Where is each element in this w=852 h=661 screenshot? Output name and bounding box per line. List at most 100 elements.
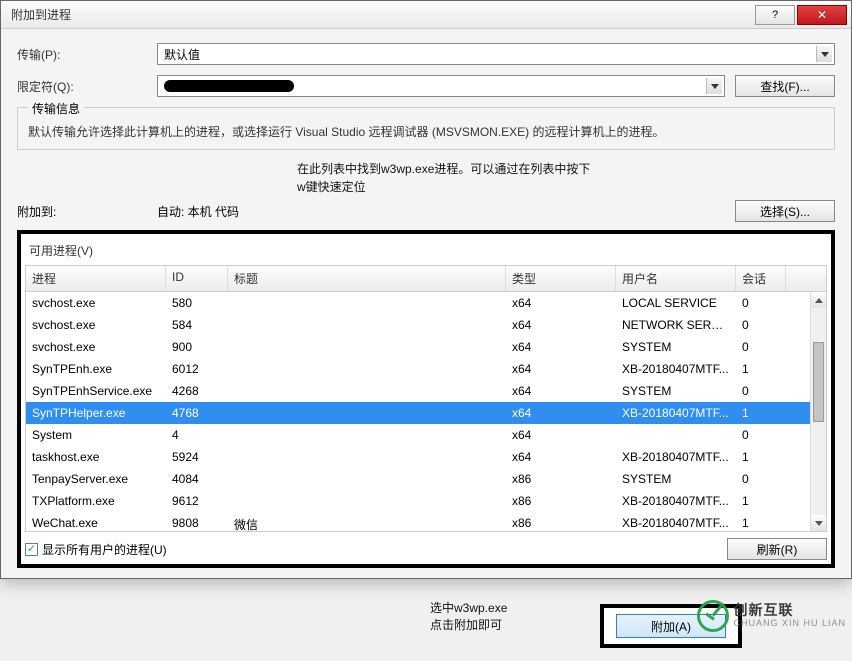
cell-proc: System	[26, 426, 166, 444]
cell-type: x64	[506, 294, 616, 312]
cell-proc: SynTPEnhService.exe	[26, 382, 166, 400]
cell-type: x64	[506, 448, 616, 466]
refresh-button[interactable]: 刷新(R)	[727, 538, 827, 560]
cell-id: 580	[166, 294, 228, 312]
cell-session: 1	[736, 404, 786, 422]
watermark-subtext: CHUANG XIN HU LIAN	[733, 619, 846, 629]
close-button[interactable]: ✕	[797, 5, 847, 25]
col-session[interactable]: 会话	[736, 266, 786, 291]
col-id[interactable]: ID	[166, 266, 228, 291]
table-row[interactable]: svchost.exe900x64SYSTEM0	[26, 336, 826, 358]
table-row[interactable]: SynTPEnh.exe6012x64XB-20180407MTF...1	[26, 358, 826, 380]
cell-session: 0	[736, 470, 786, 488]
available-processes-label: 可用进程(V)	[29, 242, 823, 259]
available-processes-group: 可用进程(V) 进程 ID 标题 类型 用户名 会话 svchost.exe58…	[17, 230, 835, 568]
cell-id: 4268	[166, 382, 228, 400]
qualifier-label: 限定符(Q):	[17, 78, 157, 95]
scroll-up-icon[interactable]	[811, 292, 826, 308]
cell-title: 微信	[228, 514, 506, 532]
cell-session: 0	[736, 338, 786, 356]
cell-title	[228, 338, 506, 356]
watermark-text: 创新互联	[733, 603, 846, 618]
transport-info-legend: 传输信息	[28, 100, 84, 117]
table-row[interactable]: TenpayServer.exe4084x86SYSTEM0	[26, 468, 826, 490]
select-button[interactable]: 选择(S)...	[735, 200, 835, 222]
cell-type: x64	[506, 382, 616, 400]
process-table-body[interactable]: svchost.exe580x64LOCAL SERVICE0svchost.e…	[25, 292, 827, 532]
cell-user: LOCAL SERVICE	[616, 294, 736, 312]
watermark-logo-icon	[697, 600, 729, 632]
cell-user: SYSTEM	[616, 382, 736, 400]
cell-proc: svchost.exe	[26, 294, 166, 312]
cell-title	[228, 382, 506, 400]
cell-user: SYSTEM	[616, 470, 736, 488]
cell-session: 0	[736, 294, 786, 312]
cell-user: XB-20180407MTF...	[616, 492, 736, 510]
cell-title	[228, 426, 506, 444]
cell-title	[228, 404, 506, 422]
process-table-header: 进程 ID 标题 类型 用户名 会话	[25, 265, 827, 292]
cell-id: 4768	[166, 404, 228, 422]
scroll-thumb[interactable]	[813, 342, 824, 422]
cell-title	[228, 360, 506, 378]
cell-session: 0	[736, 426, 786, 444]
col-process[interactable]: 进程	[26, 266, 166, 291]
cell-id: 5924	[166, 448, 228, 466]
col-type[interactable]: 类型	[506, 266, 616, 291]
cell-title	[228, 448, 506, 466]
transport-label: 传输(P):	[17, 46, 157, 63]
table-row[interactable]: WeChat.exe9808微信x86XB-20180407MTF...1	[26, 512, 826, 532]
cell-title	[228, 492, 506, 510]
cell-proc: taskhost.exe	[26, 448, 166, 466]
cell-session: 0	[736, 382, 786, 400]
transport-combobox[interactable]: 默认值	[157, 43, 835, 65]
attach-to-label: 附加到:	[17, 203, 157, 220]
cell-session: 1	[736, 360, 786, 378]
cell-id: 6012	[166, 360, 228, 378]
cell-id: 584	[166, 316, 228, 334]
cell-title	[228, 316, 506, 334]
table-row[interactable]: taskhost.exe5924x64XB-20180407MTF...1	[26, 446, 826, 468]
cell-user: XB-20180407MTF...	[616, 514, 736, 532]
table-row[interactable]: SynTPEnhService.exe4268 x64SYSTEM0	[26, 380, 826, 402]
cell-type: x86	[506, 470, 616, 488]
cell-proc: SynTPHelper.exe	[26, 404, 166, 422]
scroll-down-icon[interactable]	[811, 515, 826, 531]
cell-session: 1	[736, 492, 786, 510]
cell-proc: svchost.exe	[26, 316, 166, 334]
watermark: 创新互联 CHUANG XIN HU LIAN	[697, 600, 846, 632]
scrollbar[interactable]	[810, 292, 826, 531]
cell-user: XB-20180407MTF...	[616, 360, 736, 378]
table-row[interactable]: System4 x64 0	[26, 424, 826, 446]
cell-id: 9808	[166, 514, 228, 532]
show-all-users-checkbox[interactable]: ✓ 显示所有用户的进程(U)	[25, 541, 717, 558]
table-row[interactable]: TXPlatform.exe9612x86XB-20180407MTF...1	[26, 490, 826, 512]
col-title[interactable]: 标题	[228, 266, 506, 291]
table-row[interactable]: svchost.exe580 x64LOCAL SERVICE0	[26, 292, 826, 314]
chevron-down-icon	[706, 78, 722, 94]
find-button[interactable]: 查找(F)...	[735, 75, 835, 97]
cell-title	[228, 470, 506, 488]
help-button[interactable]: ?	[755, 5, 795, 25]
cell-id: 4	[166, 426, 228, 444]
cell-type: x86	[506, 492, 616, 510]
dialog-title: 附加到进程	[11, 6, 753, 23]
show-all-users-label: 显示所有用户的进程(U)	[42, 541, 167, 558]
chevron-down-icon	[816, 46, 832, 62]
cell-user	[616, 426, 736, 444]
attach-to-value: 自动: 本机 代码	[157, 203, 725, 220]
checkbox-icon: ✓	[25, 543, 38, 556]
qualifier-combobox[interactable]	[157, 75, 725, 97]
cell-type: x64	[506, 426, 616, 444]
cell-type: x64	[506, 338, 616, 356]
transport-info-group: 传输信息 默认传输允许选择此计算机上的进程，或选择运行 Visual Studi…	[17, 107, 835, 150]
cell-user: NETWORK SERVICE	[616, 316, 736, 334]
table-row[interactable]: svchost.exe584x64NETWORK SERVICE0	[26, 314, 826, 336]
cell-id: 4084	[166, 470, 228, 488]
col-user[interactable]: 用户名	[616, 266, 736, 291]
cell-user: XB-20180407MTF...	[616, 448, 736, 466]
cell-session: 1	[736, 514, 786, 532]
table-row[interactable]: SynTPHelper.exe4768x64XB-20180407MTF...1	[26, 402, 826, 424]
cell-proc: svchost.exe	[26, 338, 166, 356]
attach-to-process-dialog: 附加到进程 ? ✕ 传输(P): 默认值 限定符(Q): 查找(F)... 传输…	[0, 0, 852, 579]
